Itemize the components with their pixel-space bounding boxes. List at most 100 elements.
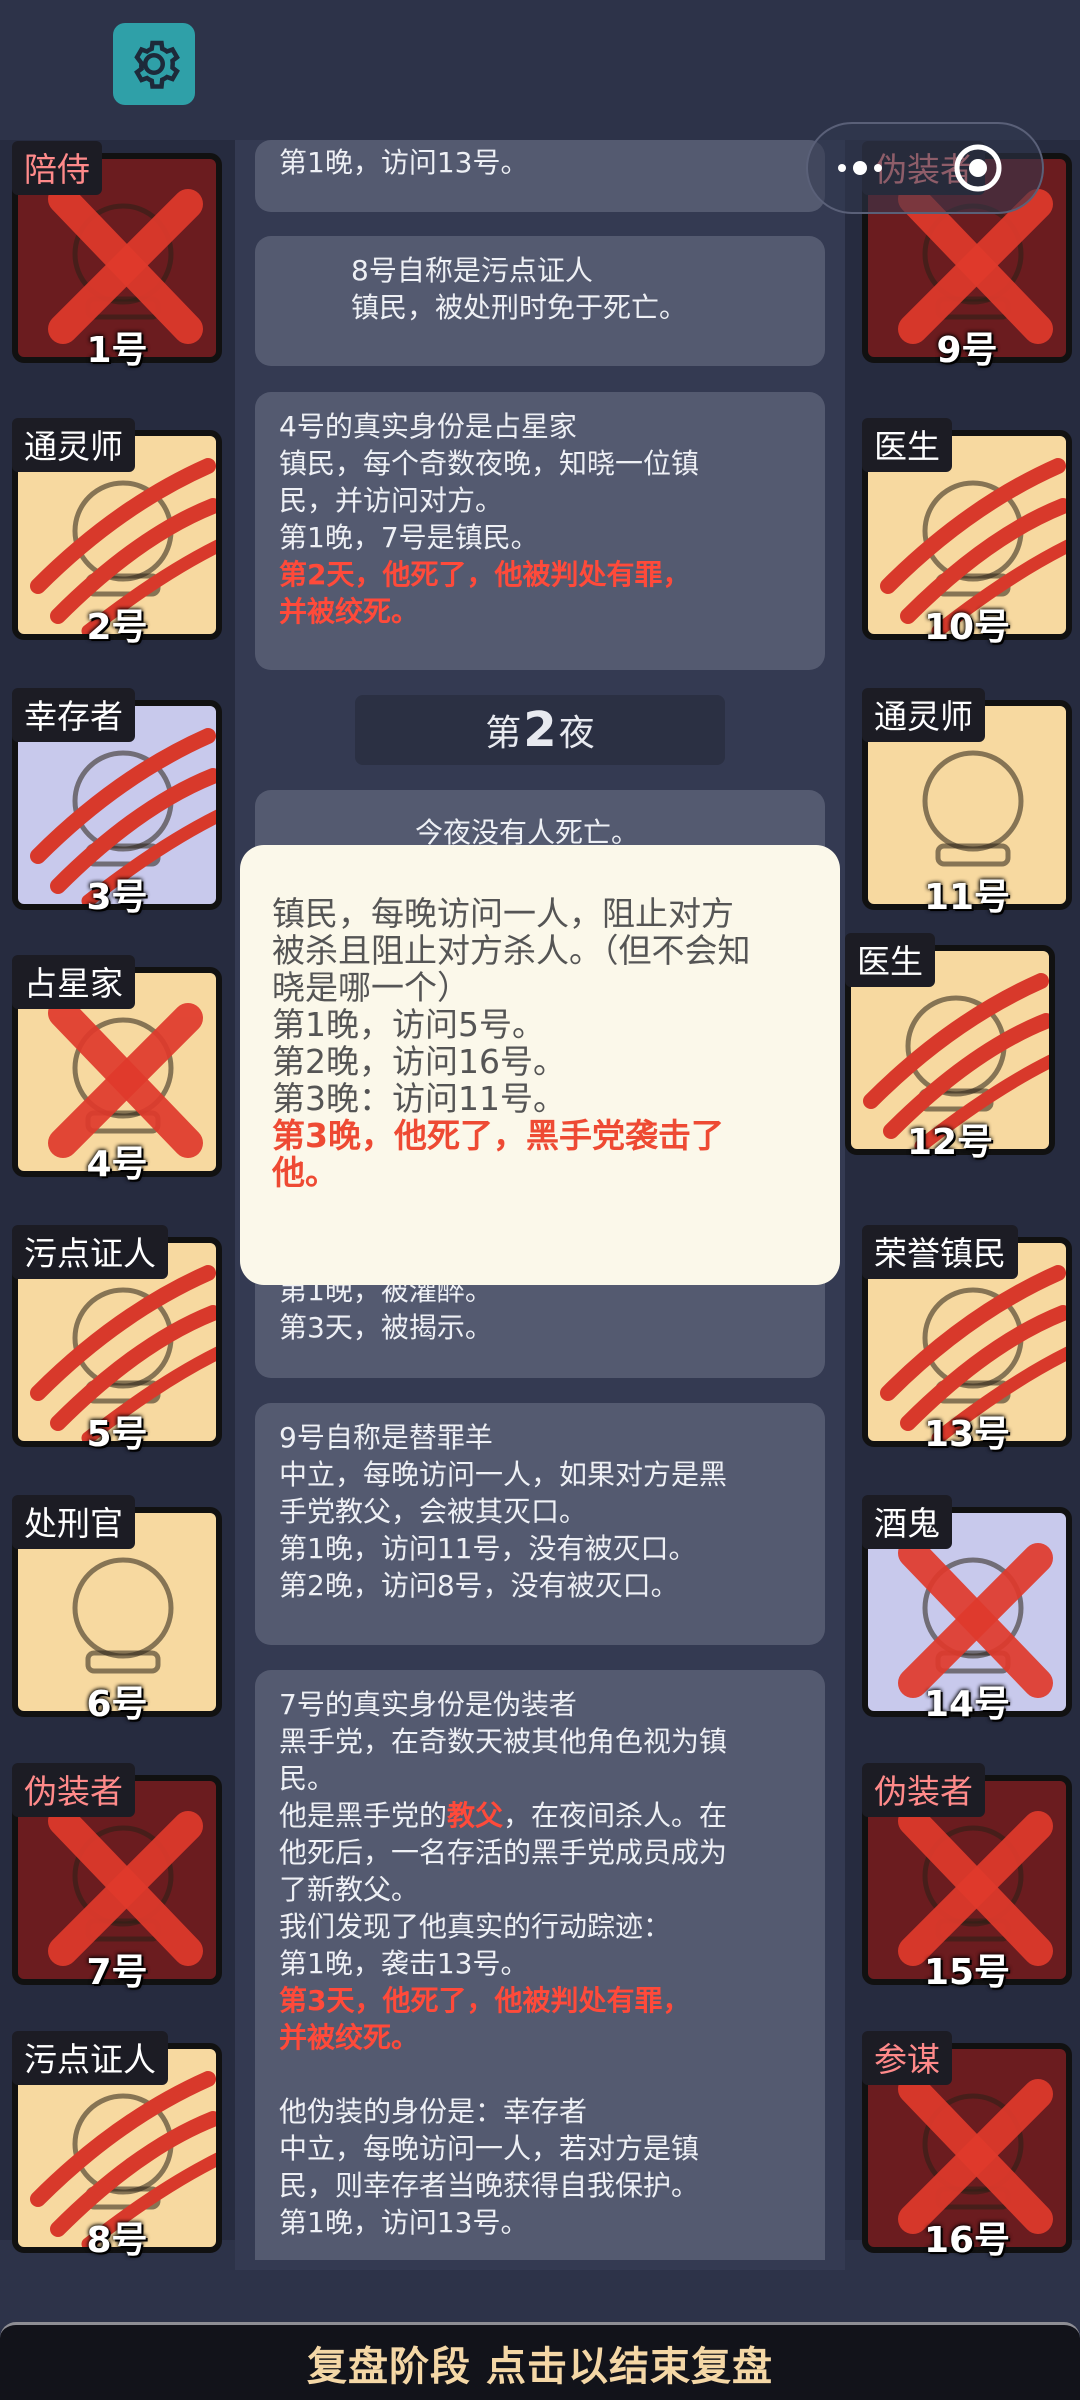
role-label: 陪侍 xyxy=(12,141,102,195)
night-number: 2 xyxy=(523,702,557,758)
log-line: 民。 xyxy=(279,1762,336,1795)
log-line: 镇民，被处刑时免于死亡。 xyxy=(351,291,688,324)
log-text: ，在夜间杀人。在 xyxy=(503,1799,728,1832)
end-review-label: 复盘阶段 点击以结束复盘 xyxy=(307,2343,773,2390)
more-dots-icon[interactable] xyxy=(836,158,892,178)
log-line: 第1晚，7号是镇民。 xyxy=(279,521,539,554)
role-label: 通灵师 xyxy=(12,418,135,472)
player-number: 10号 xyxy=(923,607,1011,648)
role-label: 幸存者 xyxy=(12,688,135,742)
log-line: 了新教父。 xyxy=(279,1873,420,1906)
target-icon[interactable] xyxy=(952,142,1004,194)
popup-death-line: 他。 xyxy=(272,1153,338,1192)
player-number: 2号 xyxy=(86,607,148,648)
night-header: 第2夜 xyxy=(355,695,725,765)
log-entry: 第1晚，访问13号。 xyxy=(255,140,825,212)
log-line: 第1晚，访问13号。 xyxy=(279,146,529,179)
player-number: 8号 xyxy=(86,2220,148,2261)
popup-line: 被杀且阻止对方杀人。（但不会知 xyxy=(272,931,751,970)
log-line: 黑手党，在奇数天被其他角色视为镇 xyxy=(279,1725,728,1758)
player-card[interactable]: 伪装者 7号 xyxy=(12,1763,222,1993)
player-card[interactable]: 通灵师 2号 xyxy=(12,418,222,648)
end-review-button[interactable]: 复盘阶段 点击以结束复盘 xyxy=(0,2322,1080,2400)
log-line: 镇民，每个奇数夜晚，知晓一位镇 xyxy=(279,447,700,480)
role-label: 伪装者 xyxy=(862,1763,985,1817)
log-line: 我们发现了他真实的行动踪迹： xyxy=(279,1910,672,1943)
log-line: 第1晚，访问13号。 xyxy=(279,2206,529,2239)
log-line: 他死后，一名存活的黑手党成员成为 xyxy=(279,1836,728,1869)
log-line: 他伪装的身份是：幸存者 xyxy=(279,2095,588,2128)
log-line: 第1晚，访问11号，没有被灭口。 xyxy=(279,1532,697,1565)
role-label: 荣誉镇民 xyxy=(862,1225,1018,1279)
death-line: 并被绞死。 xyxy=(279,595,420,628)
player-card[interactable]: 污点证人 8号 xyxy=(12,2031,222,2261)
role-label: 污点证人 xyxy=(12,2031,168,2085)
log-line: 7号的真实身份是伪装者 xyxy=(279,1688,577,1721)
player-number: 7号 xyxy=(86,1952,148,1993)
player-number: 3号 xyxy=(86,877,148,918)
player-number: 6号 xyxy=(86,1684,148,1725)
death-line: 第3天，他死了，他被判处有罪， xyxy=(279,1984,691,2017)
role-detail-popup[interactable]: 镇民，每晚访问一人，阻止对方 被杀且阻止对方杀人。（但不会知 晓是哪一个） 第1… xyxy=(240,845,840,1285)
night-prefix: 第 xyxy=(485,713,522,754)
log-line: 民，则幸存者当晚获得自我保护。 xyxy=(279,2169,700,2202)
popup-death-line: 第3晚，他死了，黑手党袭击了 xyxy=(272,1116,724,1155)
log-line: 8号自称是污点证人 xyxy=(351,254,593,287)
log-entry: 4号的真实身份是占星家 镇民，每个奇数夜晚，知晓一位镇 民，并访问对方。 第1晚… xyxy=(255,392,825,670)
log-line: 9号自称是替罪羊 xyxy=(279,1421,493,1454)
player-number: 16号 xyxy=(923,2220,1011,2261)
log-entry: 7号的真实身份是伪装者 黑手党，在奇数天被其他角色视为镇 民。 他是黑手党的教父… xyxy=(255,1670,825,2260)
gear-icon xyxy=(134,40,180,89)
role-label: 医生 xyxy=(862,418,952,472)
player-number: 11号 xyxy=(923,877,1011,918)
role-label: 酒鬼 xyxy=(862,1495,952,1549)
popup-line: 第3晚：访问11号。 xyxy=(272,1079,566,1118)
log-text: 他是黑手党的 xyxy=(279,1799,448,1832)
log-line: 第3天，被揭示。 xyxy=(279,1311,493,1344)
settings-button[interactable] xyxy=(113,23,195,105)
player-card[interactable]: 伪装者 15号 xyxy=(862,1763,1072,1993)
godfather-highlight: 教父 xyxy=(447,1799,504,1832)
log-line: 第1晚，袭击13号。 xyxy=(279,1947,529,1980)
role-label: 通灵师 xyxy=(862,688,985,742)
popup-line: 第1晚，访问5号。 xyxy=(272,1005,545,1044)
night-suffix: 夜 xyxy=(558,713,595,754)
player-card[interactable]: 酒鬼 14号 xyxy=(862,1495,1072,1725)
player-number: 5号 xyxy=(86,1414,148,1455)
log-line: 第2晚，访问8号，没有被灭口。 xyxy=(279,1569,679,1602)
player-number: 4号 xyxy=(86,1144,148,1185)
player-card[interactable]: 医生 10号 xyxy=(862,418,1072,648)
player-card[interactable]: 幸存者 3号 xyxy=(12,688,222,918)
role-label: 医生 xyxy=(845,933,935,987)
role-label: 参谋 xyxy=(862,2031,952,2085)
player-card[interactable]: 医生 12号 xyxy=(845,933,1055,1163)
player-card[interactable]: 荣誉镇民 13号 xyxy=(862,1225,1072,1455)
popup-line: 第2晚，访问16号。 xyxy=(272,1042,566,1081)
miniprogram-capsule[interactable] xyxy=(806,122,1044,214)
player-card[interactable]: 陪侍 1号 xyxy=(12,141,222,371)
player-number: 14号 xyxy=(923,1684,1011,1725)
log-line: 中立，每晚访问一人，若对方是镇 xyxy=(279,2132,700,2165)
player-card[interactable]: 通灵师 11号 xyxy=(862,688,1072,918)
death-line: 第2天，他死了，他被判处有罪， xyxy=(279,558,691,591)
role-label: 占星家 xyxy=(12,955,135,1009)
popup-line: 晓是哪一个） xyxy=(272,968,470,1007)
log-line: 手党教父，会被其灭口。 xyxy=(279,1495,588,1528)
player-card[interactable]: 占星家 4号 xyxy=(12,955,222,1185)
player-number: 9号 xyxy=(936,330,998,371)
popup-line: 镇民，每晚访问一人，阻止对方 xyxy=(272,894,734,933)
role-label: 伪装者 xyxy=(12,1763,135,1817)
log-entry: 8号自称是污点证人 镇民，被处刑时免于死亡。 xyxy=(255,236,825,366)
log-line: 中立，每晚访问一人，如果对方是黑 xyxy=(279,1458,728,1491)
player-card[interactable]: 处刑官 6号 xyxy=(12,1495,222,1725)
log-line: 他是黑手党的教父，在夜间杀人。在 xyxy=(279,1797,801,1834)
player-card[interactable]: 污点证人 5号 xyxy=(12,1225,222,1455)
death-line: 并被绞死。 xyxy=(279,2021,420,2054)
player-card[interactable]: 参谋 16号 xyxy=(862,2031,1072,2261)
role-label: 处刑官 xyxy=(12,1495,135,1549)
log-entry: 9号自称是替罪羊 中立，每晚访问一人，如果对方是黑 手党教父，会被其灭口。 第1… xyxy=(255,1403,825,1645)
player-number: 15号 xyxy=(923,1952,1011,1993)
log-line: 民，并访问对方。 xyxy=(279,484,504,517)
player-number: 13号 xyxy=(923,1414,1011,1455)
log-line: 4号的真实身份是占星家 xyxy=(279,410,577,443)
